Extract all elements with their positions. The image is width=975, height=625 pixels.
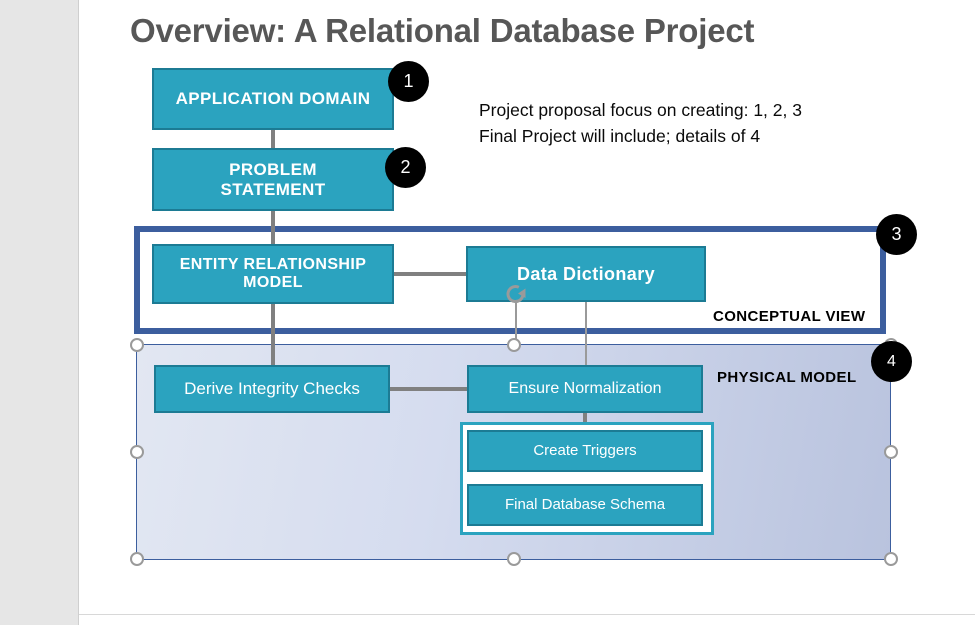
- rotate-handle-icon[interactable]: [501, 279, 531, 309]
- page-title: Overview: A Relational Database Project: [130, 12, 755, 49]
- slide-surface[interactable]: Overview: A Relational Database Project …: [79, 0, 975, 615]
- box-create-triggers[interactable]: Create Triggers: [467, 430, 703, 472]
- connector-ermodel-derive: [271, 303, 275, 366]
- note-line-2: Final Project will include; details of 4: [479, 126, 761, 146]
- box-ensure-normalization[interactable]: Ensure Normalization: [467, 365, 703, 413]
- connector-appdomain-problem: [271, 130, 275, 149]
- step-badge-4: 4: [871, 341, 912, 382]
- note-line-1: Project proposal focus on creating: 1, 2…: [479, 100, 802, 120]
- box-final-database-schema[interactable]: Final Database Schema: [467, 484, 703, 526]
- connector-derive-normalization: [390, 387, 468, 391]
- box-problem-statement[interactable]: PROBLEM STATEMENT: [152, 148, 394, 211]
- step-badge-1: 1: [388, 61, 429, 102]
- step-badge-2: 2: [385, 147, 426, 188]
- box-application-domain[interactable]: APPLICATION DOMAIN: [152, 68, 394, 130]
- selection-handle-top-left[interactable]: [130, 338, 144, 352]
- selection-handle-bottom-center[interactable]: [507, 552, 521, 566]
- conceptual-view-label: CONCEPTUAL VIEW: [713, 308, 866, 325]
- box-derive-integrity-checks[interactable]: Derive Integrity Checks: [154, 365, 390, 413]
- step-badge-3: 3: [876, 214, 917, 255]
- selection-handle-bottom-left[interactable]: [130, 552, 144, 566]
- physical-model-label: PHYSICAL MODEL: [717, 369, 857, 386]
- selection-handle-middle-right[interactable]: [884, 445, 898, 459]
- note-text-block: Project proposal focus on creating: 1, 2…: [479, 97, 802, 149]
- selection-handle-top-center[interactable]: [507, 338, 521, 352]
- connector-datadictionary-normalization: [585, 302, 587, 366]
- selection-handle-bottom-right[interactable]: [884, 552, 898, 566]
- box-entity-relationship-model[interactable]: ENTITY RELATIONSHIP MODEL: [152, 244, 394, 304]
- connector-ermodel-datadictionary: [393, 272, 467, 276]
- selection-handle-middle-left[interactable]: [130, 445, 144, 459]
- slide-editor-canvas: Overview: A Relational Database Project …: [0, 0, 975, 625]
- connector-problem-ermodel: [271, 211, 275, 245]
- editor-left-gutter: [0, 0, 79, 625]
